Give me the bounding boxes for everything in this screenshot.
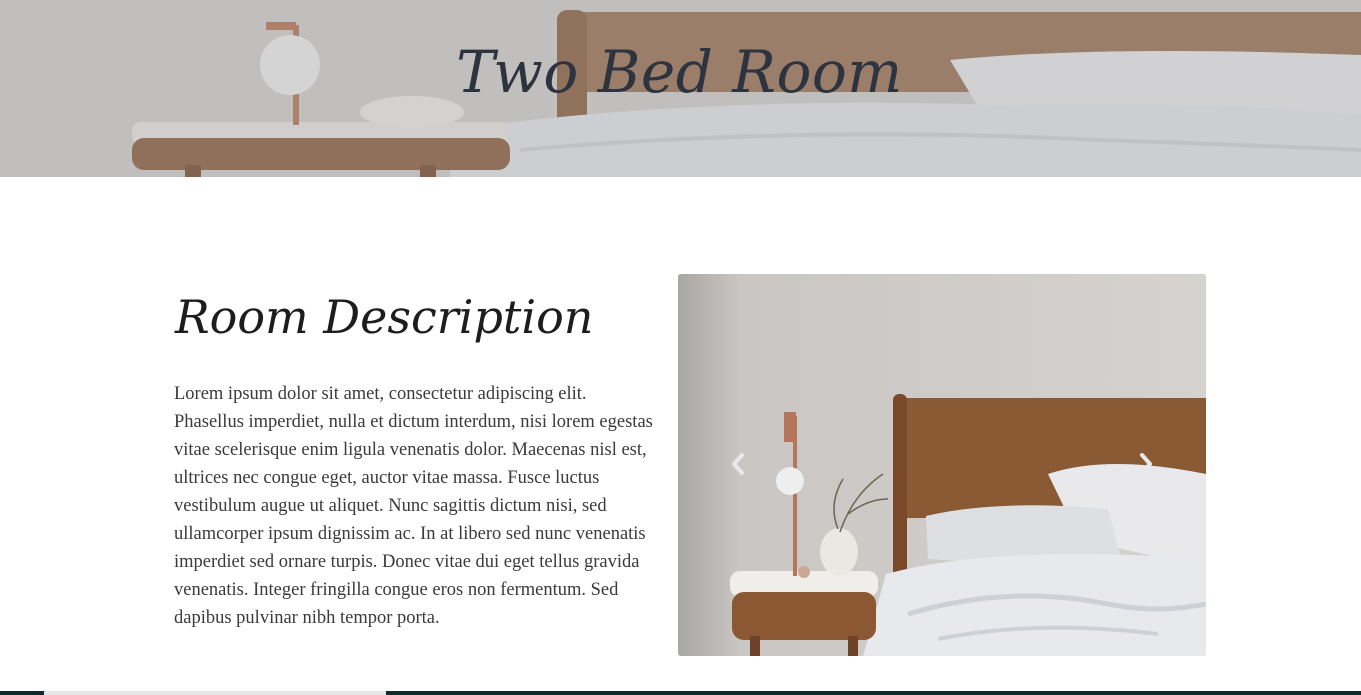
- carousel-prev-button[interactable]: [720, 446, 756, 482]
- hero-banner: Two Bed Room: [0, 0, 1361, 177]
- chevron-right-icon: [1140, 453, 1152, 475]
- chevron-left-icon: [732, 453, 744, 475]
- carousel-next-button[interactable]: [1128, 446, 1164, 482]
- page-title: Two Bed Room: [456, 38, 903, 106]
- room-image-carousel[interactable]: [678, 274, 1206, 656]
- carousel-slide-image: [678, 274, 1206, 656]
- room-description-heading: Room Description: [175, 290, 594, 344]
- next-section-light-block: [44, 691, 386, 695]
- room-description-text: Lorem ipsum dolor sit amet, consectetur …: [174, 384, 653, 628]
- next-section-edge: [0, 691, 1361, 695]
